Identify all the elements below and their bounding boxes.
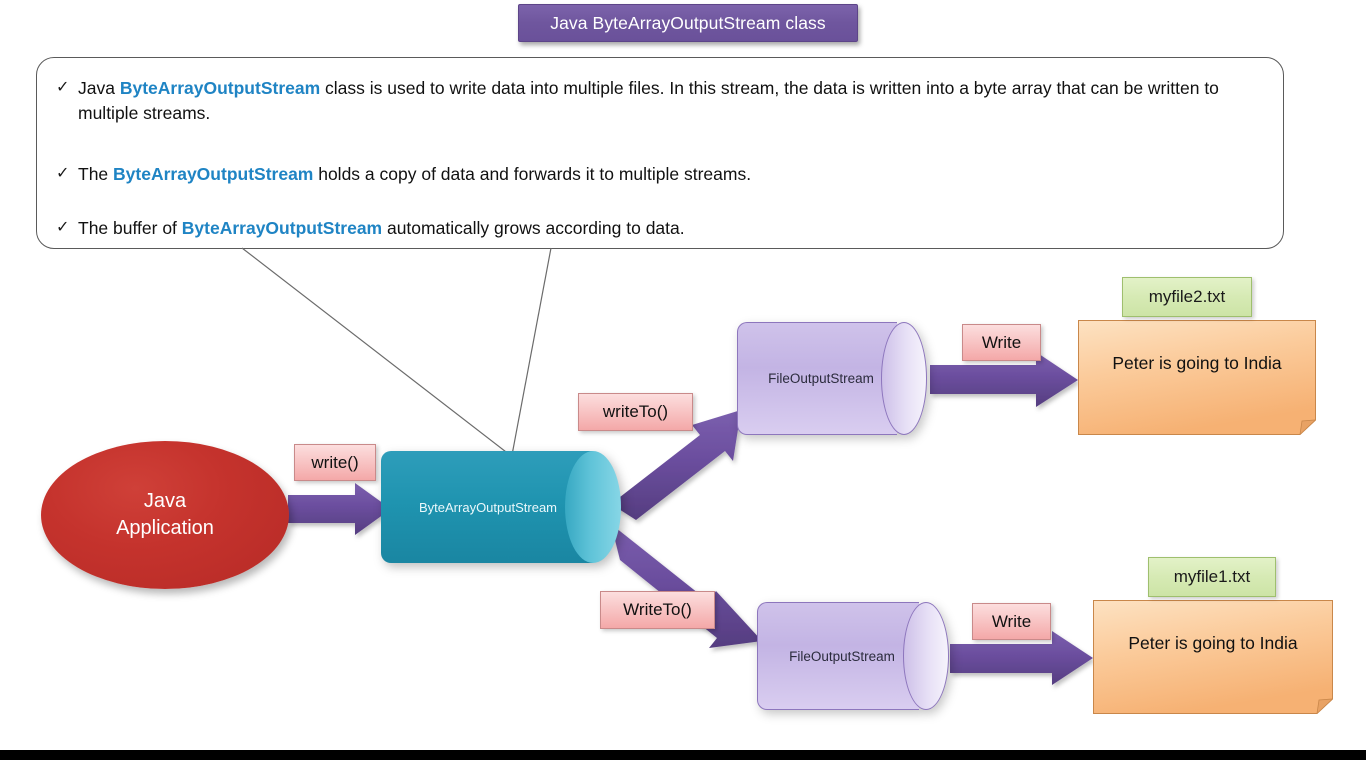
bullet-text: Java ByteArrayOutputStream class is used… (78, 76, 1271, 127)
bullet-text: The ByteArrayOutputStream holds a copy o… (78, 162, 751, 187)
check-icon: ✓ (56, 219, 70, 236)
file-output-stream-top-label: FileOutputStream (768, 371, 874, 386)
write-method-label: write() (294, 444, 376, 481)
bullet-item: ✓ The ByteArrayOutputStream holds a copy… (56, 162, 1056, 187)
bullet-item: ✓ Java ByteArrayOutputStream class is us… (56, 76, 1271, 127)
file-output-stream-bottom-label: FileOutputStream (789, 648, 895, 664)
bullet-text-highlight: ByteArrayOutputStream (113, 164, 314, 184)
slide-title-banner: Java ByteArrayOutputStream class (518, 4, 858, 42)
java-application-label-line1: Java (143, 490, 187, 512)
bullet-text-part: Java (78, 78, 120, 98)
callout-leader-line-left (241, 247, 511, 456)
byte-array-output-stream-label: ByteArrayOutputStream (419, 499, 557, 515)
bullet-text-highlight: ByteArrayOutputStream (119, 78, 321, 98)
description-callout-box: ✓ Java ByteArrayOutputStream class is us… (36, 57, 1284, 249)
bullet-text-part: The (78, 164, 114, 184)
bullet-text-part: The buffer of (78, 218, 182, 238)
file-note-bottom-content: Peter is going to India (1128, 633, 1298, 653)
arrow-baos-to-fos-bottom (611, 524, 762, 648)
bullet-text-part: holds a copy of data and forwards it to … (313, 164, 752, 184)
file-output-stream-top-node: FileOutputStream (737, 322, 927, 435)
bullet-text-highlight: ByteArrayOutputStream (181, 218, 383, 238)
file-name-label-bottom: myfile1.txt (1148, 557, 1276, 597)
write-file-top-label: Write (962, 324, 1041, 361)
java-application-node: Java Application (41, 441, 289, 589)
page-title: Java ByteArrayOutputStream class (550, 12, 826, 33)
java-application-label-line2: Application (116, 517, 214, 539)
write-file-bottom-label: Write (972, 603, 1051, 640)
file-note-top: Peter is going to India (1078, 320, 1317, 436)
bottom-letterbox-bar (0, 750, 1366, 760)
byte-array-output-stream-node: ByteArrayOutputStream (381, 451, 621, 563)
bullet-item: ✓ The buffer of ByteArrayOutputStream au… (56, 216, 1056, 241)
file-note-bottom: Peter is going to India (1093, 600, 1334, 715)
arrow-java-to-baos (288, 483, 391, 535)
slide-canvas: Java ByteArrayOutputStream class ✓ Java … (0, 0, 1366, 760)
check-icon: ✓ (56, 165, 70, 182)
callout-leader-line-right (511, 247, 552, 456)
write-to-top-method-label: writeTo() (578, 393, 693, 431)
bullet-text-part: automatically grows according to data. (382, 218, 685, 238)
file-note-top-content: Peter is going to India (1112, 353, 1282, 373)
write-to-bottom-method-label: WriteTo() (600, 591, 715, 629)
bullet-text: The buffer of ByteArrayOutputStream auto… (78, 216, 685, 241)
check-icon: ✓ (56, 79, 70, 96)
file-output-stream-bottom-node: FileOutputStream (757, 602, 949, 710)
file-name-label-top: myfile2.txt (1122, 277, 1252, 317)
